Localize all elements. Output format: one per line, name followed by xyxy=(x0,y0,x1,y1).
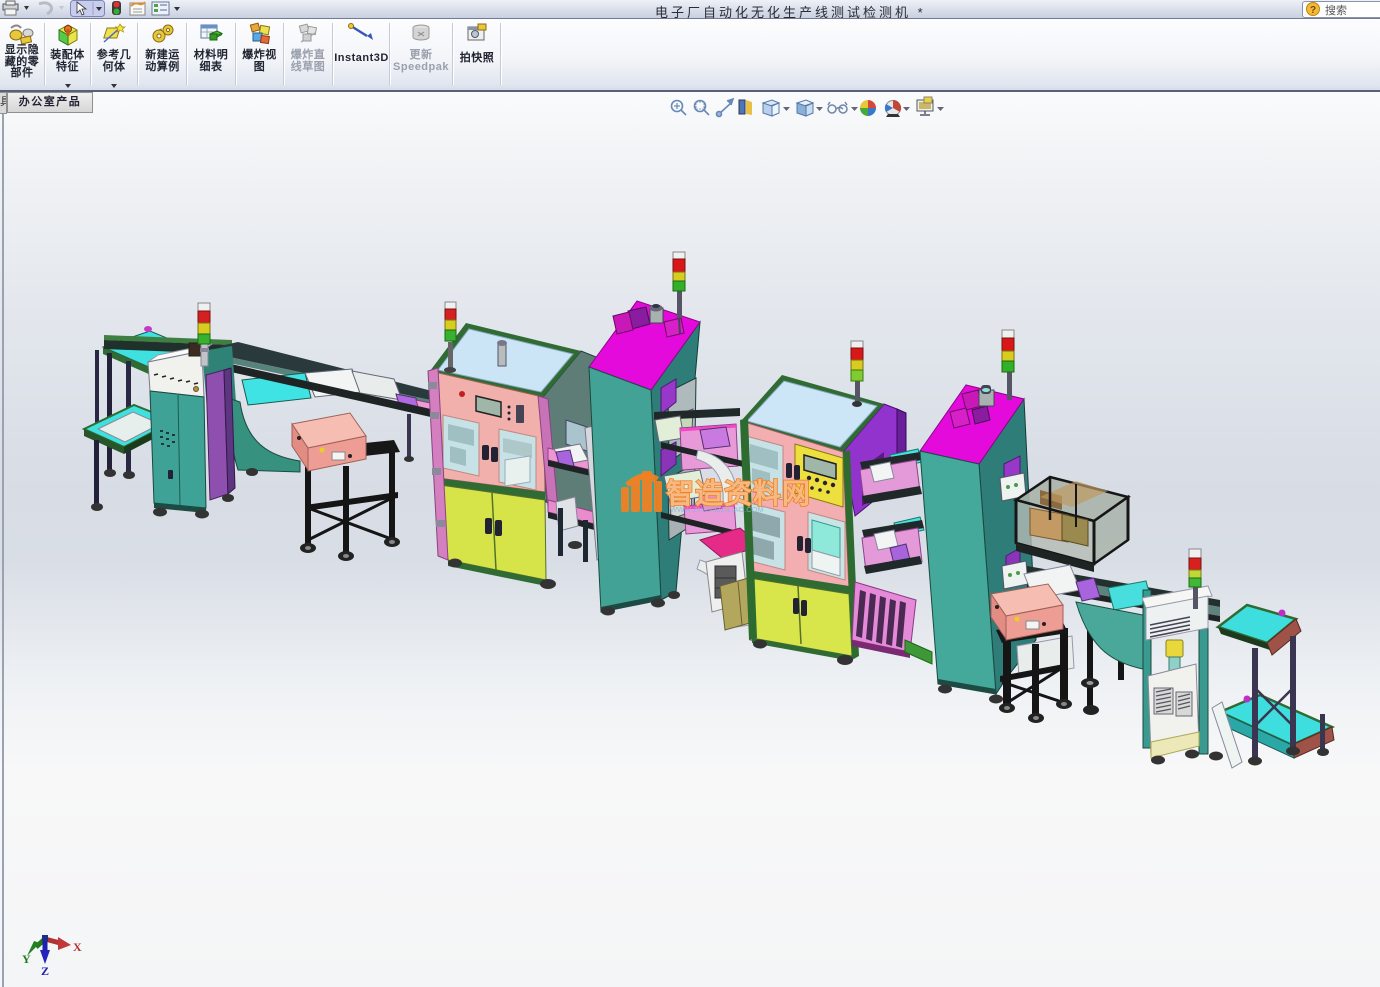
svg-text:Y: Y xyxy=(22,952,31,966)
svg-text:WWW.ZHIZAOZILIAO.COM: WWW.ZHIZAOZILIAO.COM xyxy=(670,505,764,514)
svg-text:搜索: 搜索 xyxy=(1325,3,1347,17)
svg-text:X: X xyxy=(73,940,82,954)
svg-text:Z: Z xyxy=(41,964,49,978)
svg-text:?: ? xyxy=(1310,5,1316,16)
